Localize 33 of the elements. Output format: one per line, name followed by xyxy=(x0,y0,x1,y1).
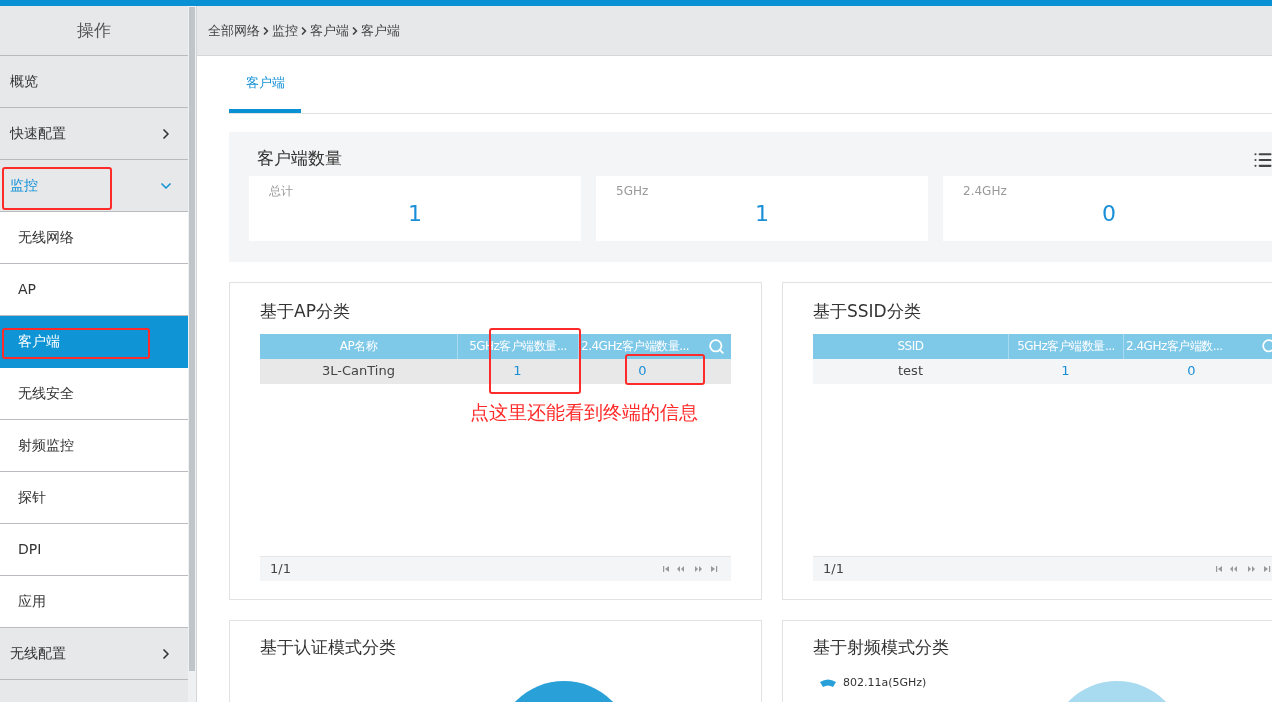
panel-title: 基于射频模式分类 xyxy=(813,636,950,659)
annotation-text: 点这里还能看到终端的信息 xyxy=(470,399,699,425)
sidebar-subitem[interactable]: 探针 xyxy=(0,472,188,524)
stat-value: 0 xyxy=(1101,199,1117,228)
tab[interactable]: 客户端 xyxy=(229,56,301,113)
table-cell-text: test xyxy=(898,362,923,381)
sidebar-subitem[interactable]: 应用 xyxy=(0,576,188,628)
sidebar-subitem[interactable]: 无线网络 xyxy=(0,212,188,264)
page-indicator: 1/1 xyxy=(823,560,844,579)
breadcrumb-link[interactable]: 客户端 xyxy=(361,20,400,41)
page-indicator: 1/1 xyxy=(270,560,291,579)
breadcrumb-link[interactable]: 客户端 xyxy=(310,20,349,41)
pager-controls-icon[interactable] xyxy=(1216,565,1272,573)
panel-title: 基于SSID分类 xyxy=(813,300,922,323)
list-icon[interactable] xyxy=(1253,150,1272,170)
stat-label: 总计 xyxy=(269,182,294,200)
breadcrumb-link[interactable]: 全部网络 xyxy=(208,20,260,41)
stat-value: 1 xyxy=(754,199,770,228)
legend-label: 802.11a(5GHz) xyxy=(843,674,927,691)
stat-label: 5GHz xyxy=(616,182,650,200)
card-title: 客户端数量 xyxy=(257,147,342,170)
panel-title: 基于认证模式分类 xyxy=(260,636,397,659)
sidebar-subitem[interactable]: DPI xyxy=(0,524,188,576)
breadcrumb-link[interactable]: 监控 xyxy=(272,20,298,41)
scrollbar-thumb[interactable] xyxy=(189,7,195,671)
table-cell-text: 3L-CanTing xyxy=(322,362,395,381)
search-icon[interactable] xyxy=(708,337,725,355)
sidebar-subitem[interactable]: 无线安全 xyxy=(0,368,188,420)
panel-title: 基于AP分类 xyxy=(260,300,351,323)
stat-label: 2.4GHz xyxy=(963,182,1008,200)
stat-value: 1 xyxy=(407,199,423,228)
sidebar-subitem[interactable]: 射频监控 xyxy=(0,420,188,472)
sidebar-subitem[interactable]: AP xyxy=(0,264,188,316)
